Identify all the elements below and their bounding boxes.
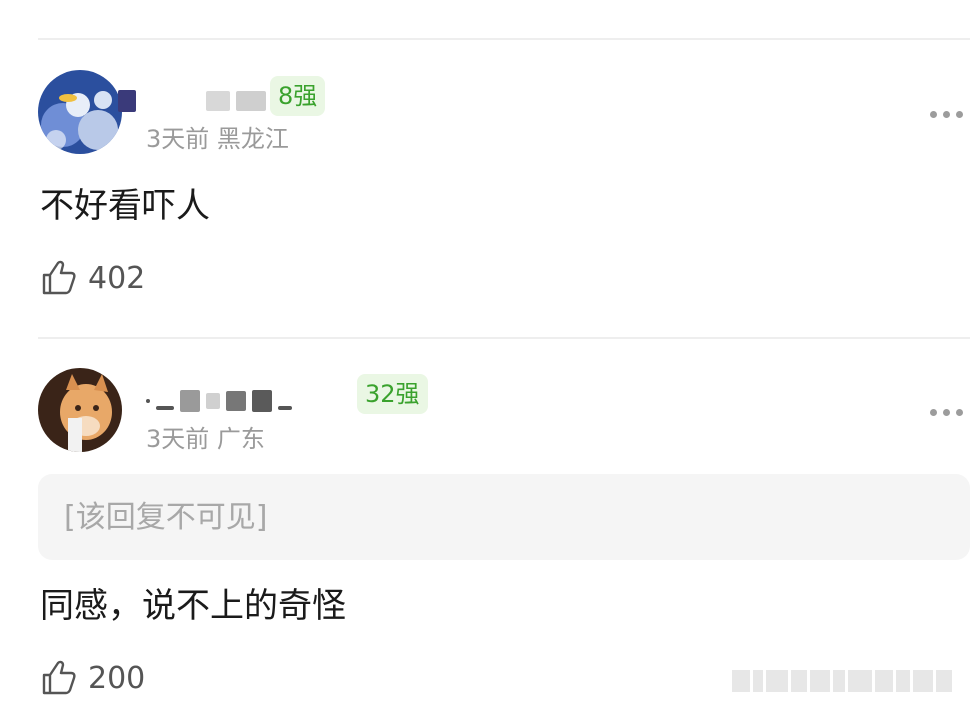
like-count: 200 (88, 660, 146, 696)
like-count: 402 (88, 260, 146, 296)
comment-meta: 3天前 黑龙江 (146, 124, 289, 154)
hidden-reply-text: [该回复不可见] (64, 500, 268, 535)
hidden-reply-box[interactable]: [该回复不可见] (38, 474, 970, 560)
comment-divider (38, 337, 970, 339)
watermark (732, 667, 962, 695)
comment-text: 同感，说不上的奇怪 (40, 586, 346, 626)
ocean-fish-avatar-icon (38, 70, 122, 154)
cat-avatar-icon (38, 368, 122, 452)
avatar[interactable] (38, 70, 122, 154)
like-button[interactable]: 402 (40, 258, 145, 298)
thumbs-up-icon (42, 260, 76, 295)
comment-location: 黑龙江 (216, 125, 289, 153)
level-badge: 32强 (357, 374, 428, 414)
username-redacted[interactable] (146, 386, 292, 416)
level-badge: 8强 (270, 76, 326, 116)
more-dots-icon[interactable] (930, 402, 970, 422)
comment-time: 3天前 (146, 425, 210, 453)
comment-text: 不好看吓人 (40, 186, 210, 226)
username-redacted[interactable] (118, 86, 286, 116)
comment-location: 广东 (216, 425, 265, 453)
top-divider (38, 38, 970, 40)
comment-time: 3天前 (146, 125, 210, 153)
thumbs-up-icon (42, 660, 76, 695)
like-button[interactable]: 200 (40, 658, 145, 698)
comment-meta: 3天前 广东 (146, 424, 265, 454)
more-dots-icon[interactable] (930, 104, 970, 124)
avatar[interactable] (38, 368, 122, 452)
